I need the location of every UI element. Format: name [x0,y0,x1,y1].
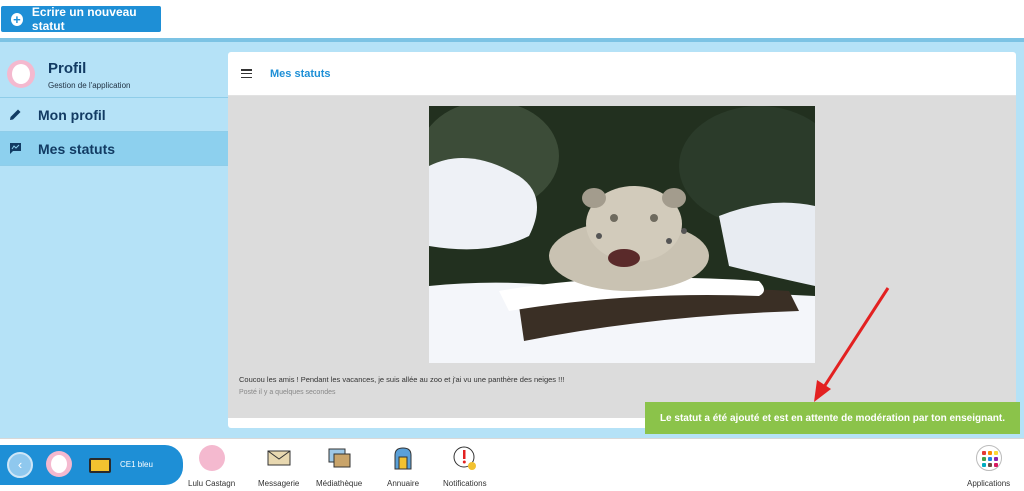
dock-item-label: Notifications [443,479,487,488]
status-timestamp: Posté il y a quelques secondes [239,389,336,396]
class-avatar [46,451,72,477]
avatar [7,60,35,88]
user-avatar-icon [198,445,225,471]
status-photo [429,106,815,363]
dock-item-label: Annuaire [387,479,420,488]
moderation-toast: Le statut a été ajouté et est en attente… [645,402,1020,434]
dock-item-applications[interactable]: Applications [967,445,1010,489]
sidebar-item-label: Mes statuts [38,140,116,157]
profile-header: Profil Gestion de l'application [0,46,228,98]
plus-icon: + [11,12,23,26]
profile-title: Profil [48,60,87,77]
back-arrow-icon[interactable]: ‹ [7,452,33,478]
dock-item-notifications[interactable]: Notifications [443,445,487,489]
directory-icon [390,445,416,471]
page-title: Mes statuts [270,67,331,80]
sidebar-item-mes-statuts[interactable]: Mes statuts [0,132,228,166]
sidebar-item-label: Mon profil [38,106,106,123]
new-status-button[interactable]: + Ecrire un nouveau statut [1,5,161,33]
dock-item-mediatheque[interactable]: Médiathèque [316,445,362,489]
toast-message: Le statut a été ajouté et est en attente… [659,412,1006,424]
card-header: Mes statuts [228,52,1016,96]
menu-icon[interactable] [241,69,252,78]
bottom-dock: ‹ CE1 bleu Lulu Castagn Messagerie Média… [0,438,1024,491]
new-status-label: Ecrire un nouveau statut [31,5,137,33]
sidebar: Profil Gestion de l'application Mon prof… [0,46,228,166]
pencil-icon [8,108,22,122]
dock-item-label: Lulu Castagn [188,479,236,488]
dock-item-label: Applications [967,479,1011,488]
media-icon [326,445,352,471]
apps-grid-icon [975,445,1002,471]
profile-subtitle: Gestion de l'application [48,81,131,90]
dock-item-label: Médiathèque [316,479,363,488]
dock-item-label: Messagerie [258,479,300,488]
status-icon [8,142,22,156]
top-bar: + Ecrire un nouveau statut [0,0,1024,40]
dock-item-annuaire[interactable]: Annuaire [387,445,419,489]
dock-item-user[interactable]: Lulu Castagn [188,445,235,489]
class-switcher[interactable]: ‹ CE1 bleu [0,445,183,485]
class-name: CE1 bleu [120,460,153,469]
red-arrow-annotation [814,287,890,402]
status-text: Coucou les amis ! Pendant les vacances, … [239,375,565,384]
notification-icon [452,445,478,471]
class-icon [89,458,111,473]
dock-item-messagerie[interactable]: Messagerie [258,445,299,489]
sidebar-item-mon-profil[interactable]: Mon profil [0,98,228,132]
envelope-icon [266,445,292,471]
